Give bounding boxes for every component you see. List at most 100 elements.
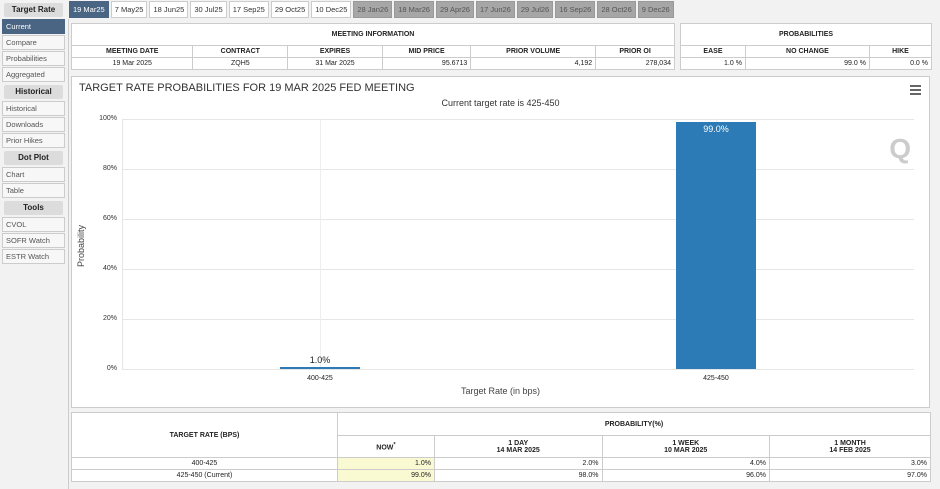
period-date: 14 MAR 2025 — [496, 446, 540, 454]
sidebar-item-estr-watch[interactable]: ESTR Watch — [2, 249, 65, 264]
probability-cell: 99.0% — [337, 469, 435, 482]
sidebar-item-compare[interactable]: Compare — [2, 35, 65, 50]
probability-cell: 2.0% — [434, 457, 603, 470]
sidebar-section-header: Tools — [4, 201, 63, 215]
y-tick-label: 80% — [102, 165, 117, 172]
tab-meeting[interactable]: 17 Sep25 — [228, 1, 269, 18]
x-gridline — [320, 119, 321, 369]
column-header: PRIOR OI — [595, 45, 675, 58]
column-header: MEETING DATE — [70, 45, 194, 58]
tab-meeting[interactable]: 28 Oct26 — [597, 1, 636, 18]
cell-value: 31 Mar 2025 — [287, 57, 383, 70]
bar-data-label: 99.0% — [703, 123, 729, 134]
y-tick-label: 40% — [102, 265, 117, 272]
y-axis-label: Probability — [76, 224, 86, 267]
cell-value: 0.0 % — [868, 57, 933, 70]
period-column-header: 1 WEEK 10 MAR 2025 — [601, 435, 770, 458]
sidebar-item-probabilities[interactable]: Probabilities — [2, 51, 65, 66]
tab-meeting[interactable]: 18 Mar26 — [394, 1, 434, 18]
sidebar-item-downloads[interactable]: Downloads — [2, 117, 65, 132]
period-label: 1 DAY — [508, 439, 529, 447]
y-tick-label: 20% — [102, 315, 117, 322]
probability-cell: 3.0% — [769, 457, 931, 470]
tab-meeting[interactable]: 18 Jun25 — [149, 1, 189, 18]
target-rate-cell: 400-425 — [71, 457, 338, 470]
sidebar-section-header: Dot Plot — [4, 151, 63, 165]
probability-history-table: TARGET RATE (BPS) PROBABILITY(%) NOW* 1 D… — [71, 412, 931, 482]
period-column-header: 1 DAY 14 MAR 2025 — [434, 435, 603, 458]
period-label: 1 WEEK — [672, 439, 700, 447]
sidebar: Target Rate Current Compare Probabilities Ag… — [2, 0, 65, 265]
tab-meeting[interactable]: 10 Dec25 — [311, 1, 352, 18]
period-column-header: NOW* — [337, 435, 435, 458]
sidebar-item-aggregated[interactable]: Aggregated — [2, 67, 65, 82]
gridline — [122, 319, 914, 320]
sidebar-section-header: Historical — [4, 85, 63, 99]
probabilities-title: PROBABILITIES — [680, 23, 932, 46]
cell-value: 19 Mar 2025 — [70, 57, 194, 70]
tab-meeting[interactable]: 29 Apr26 — [435, 1, 474, 18]
target-rate-cell: 425-450 (Current) — [71, 469, 338, 482]
probability-cell: 4.0% — [601, 457, 770, 470]
period-column-header: 1 MONTH 14 FEB 2025 — [769, 435, 931, 458]
x-tick-label: 400-425 — [307, 375, 333, 382]
tab-meeting[interactable]: 9 Dec26 — [637, 1, 674, 18]
probability-cell: 97.0% — [769, 469, 931, 482]
sidebar-item-table[interactable]: Table — [2, 183, 65, 198]
column-header: EXPIRES — [287, 45, 383, 58]
tab-meeting[interactable]: 29 Jul26 — [516, 1, 554, 18]
meeting-tabs: 19 Mar25 7 May25 18 Jun25 30 Jul25 17 Sep25 2… — [69, 1, 674, 18]
column-header: PRIOR VOLUME — [470, 45, 597, 58]
chart-subtitle: Current target rate is 425-450 — [441, 98, 560, 108]
cell-value: ZQH5 — [192, 57, 289, 70]
y-tick-label: 100% — [99, 115, 117, 122]
chart-panel: TARGET RATE PROBABILITIES FOR 19 MAR 202… — [71, 76, 930, 408]
tab-meeting[interactable]: 30 Jul25 — [190, 1, 227, 18]
tab-meeting[interactable]: 28 Jan26 — [353, 1, 393, 18]
sidebar-section-header: Target Rate — [4, 3, 63, 17]
meeting-info-title: MEETING INFORMATION — [71, 23, 675, 46]
period-label: NOW — [376, 444, 394, 452]
hamburger-menu-icon[interactable] — [910, 85, 921, 97]
bar-425-450[interactable] — [676, 121, 756, 369]
column-header: HIKE — [868, 45, 933, 58]
table-row: 400-425 1.0% 2.0% 4.0% 3.0% — [71, 457, 931, 470]
cell-value: 99.0 % — [744, 57, 870, 70]
table-row: 425-450 (Current) 99.0% 98.0% 96.0% 97.0% — [71, 469, 931, 482]
tab-meeting[interactable]: 19 Mar25 — [69, 1, 109, 18]
footnote-marker: * — [393, 441, 396, 448]
tab-meeting[interactable]: 7 May25 — [110, 1, 148, 18]
probability-cell: 96.0% — [601, 469, 770, 482]
sidebar-item-current[interactable]: Current — [2, 19, 65, 34]
tab-meeting[interactable]: 29 Oct25 — [270, 1, 310, 18]
probabilities-table: PROBABILITIES EASE NO CHANGE HIKE 1.0 % 99.0… — [680, 23, 933, 70]
probability-cell: 98.0% — [434, 469, 603, 482]
gridline — [122, 269, 914, 270]
column-header: CONTRACT — [192, 45, 289, 58]
cell-value: 4,192 — [470, 57, 597, 70]
bar-400-425[interactable] — [280, 366, 360, 369]
sidebar-item-historical[interactable]: Historical — [2, 101, 65, 116]
period-label: 1 MONTH — [834, 439, 866, 447]
cell-value: 278,034 — [595, 57, 675, 70]
y-tick-label: 0% — [106, 365, 117, 372]
meeting-info-table: MEETING INFORMATION MEETING DATE CONTRACT… — [70, 23, 675, 70]
sidebar-item-prior-hikes[interactable]: Prior Hikes — [2, 133, 65, 148]
x-axis-label: Target Rate (in bps) — [460, 386, 541, 396]
tab-meeting[interactable]: 17 Jun26 — [475, 1, 515, 18]
period-date: 14 FEB 2025 — [829, 446, 871, 454]
chart-title: TARGET RATE PROBABILITIES FOR 19 MAR 202… — [79, 82, 415, 94]
column-header: NO CHANGE — [744, 45, 870, 58]
column-header: MID PRICE — [381, 45, 472, 58]
sidebar-item-cvol[interactable]: CVOL — [2, 217, 65, 232]
probability-header: PROBABILITY(%) — [337, 412, 931, 436]
gridline — [122, 219, 914, 220]
sidebar-item-chart[interactable]: Chart — [2, 167, 65, 182]
cell-value: 95.6713 — [381, 57, 472, 70]
bar-data-label: 1.0% — [309, 354, 331, 365]
tab-meeting[interactable]: 16 Sep26 — [555, 1, 596, 18]
x-tick-label: 425-450 — [703, 375, 729, 382]
target-rate-header: TARGET RATE (BPS) — [71, 412, 338, 458]
sidebar-item-sofr-watch[interactable]: SOFR Watch — [2, 233, 65, 248]
gridline — [122, 369, 914, 370]
